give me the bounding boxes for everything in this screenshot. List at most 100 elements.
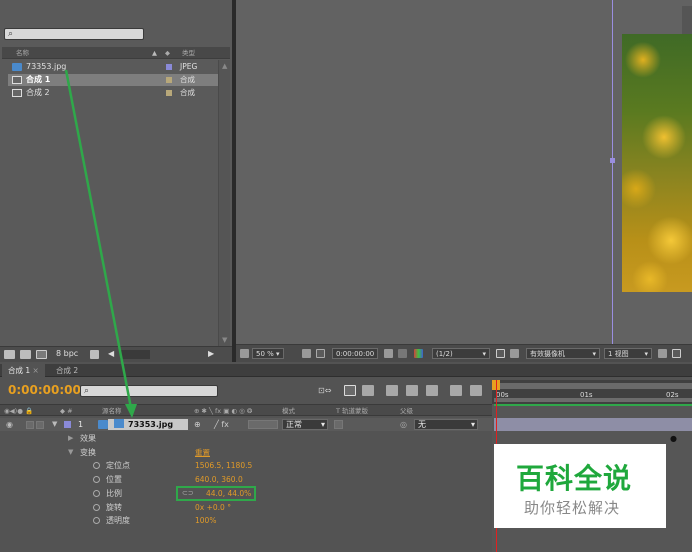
project-item-type: 合成 bbox=[180, 88, 195, 97]
sort-arrow-icon[interactable]: ▲ bbox=[152, 48, 157, 58]
motion-blur-icon[interactable] bbox=[426, 385, 438, 396]
color-depth-label[interactable]: 8 bpc bbox=[56, 349, 78, 358]
show-snapshot-icon[interactable] bbox=[398, 349, 407, 358]
close-icon[interactable]: × bbox=[33, 366, 39, 375]
property-value[interactable]: 640.0, 360.0 bbox=[195, 473, 243, 486]
toggle-transparency-icon[interactable] bbox=[510, 349, 519, 358]
safe-zones-icon[interactable] bbox=[302, 349, 311, 358]
snapshot-camera-icon[interactable] bbox=[384, 349, 393, 358]
stopwatch-icon[interactable] bbox=[93, 490, 100, 497]
trash-icon[interactable] bbox=[90, 350, 99, 359]
stopwatch-icon[interactable] bbox=[93, 476, 100, 483]
draft-3d-icon[interactable] bbox=[362, 385, 374, 396]
column-source-name[interactable]: 源名称 bbox=[102, 406, 122, 416]
project-scrollbar[interactable]: ▲ ▼ bbox=[218, 60, 230, 346]
layer-switches[interactable] bbox=[248, 420, 278, 429]
new-composition-icon[interactable] bbox=[36, 350, 47, 359]
twirl-right-icon[interactable]: ▶ bbox=[68, 432, 73, 445]
visibility-eye-icon[interactable]: ◉ bbox=[6, 418, 13, 431]
property-value[interactable]: 1506.5, 1180.5 bbox=[195, 459, 252, 472]
property-row-opacity[interactable]: 透明度 100% bbox=[0, 514, 492, 527]
tab-comp-2[interactable]: 合成 2 bbox=[50, 364, 84, 377]
project-search-input[interactable]: ⌕ bbox=[4, 28, 144, 40]
keyframe-marker[interactable]: ● bbox=[670, 434, 677, 443]
twirl-down-icon[interactable]: ▼ bbox=[68, 446, 73, 459]
column-parent[interactable]: 父级 bbox=[400, 406, 413, 416]
comp-mini-flowchart-icon[interactable]: ⊡⇔ bbox=[318, 385, 331, 396]
camera-dropdown[interactable]: 有效摄像机 ▾ bbox=[526, 348, 600, 359]
transform-group-row[interactable]: ▼ 变换 重置 bbox=[0, 446, 492, 459]
graph-editor-icon[interactable] bbox=[470, 385, 482, 396]
shy-switch-icon[interactable]: ⊕ bbox=[194, 418, 201, 431]
audio-toggle[interactable] bbox=[26, 421, 34, 429]
column-type-header[interactable]: 类型 bbox=[182, 48, 195, 58]
timeline-search-input[interactable]: ⌕ bbox=[80, 385, 218, 397]
live-update-icon[interactable] bbox=[344, 385, 356, 396]
scroll-left-icon[interactable]: ◀ bbox=[108, 349, 114, 358]
layer-index: 1 bbox=[78, 420, 84, 429]
label-column-icon[interactable]: ◆ # bbox=[60, 406, 73, 416]
region-of-interest-icon[interactable] bbox=[496, 349, 505, 358]
stopwatch-icon[interactable] bbox=[93, 504, 100, 511]
property-row-anchor-point[interactable]: 定位点 1506.5, 1180.5 bbox=[0, 459, 492, 472]
label-swatch[interactable] bbox=[166, 90, 172, 96]
property-name: 定位点 bbox=[106, 461, 130, 470]
zoom-dropdown[interactable]: 50 % ▾ bbox=[252, 348, 284, 359]
stopwatch-icon[interactable] bbox=[93, 517, 100, 524]
property-row-position[interactable]: 位置 640.0, 360.0 bbox=[0, 473, 492, 486]
work-area-bar[interactable] bbox=[494, 398, 692, 402]
reset-link[interactable]: 重置 bbox=[195, 446, 210, 459]
layer-row[interactable]: ◉ ▼ 1 ⊕ ╱ fx 正常 ▾ ◎ 无 ▾ bbox=[0, 418, 492, 431]
transparency-grid-icon[interactable] bbox=[316, 349, 325, 358]
twirl-down-icon[interactable]: ▼ bbox=[52, 418, 57, 431]
current-time-display[interactable]: 0:00:00:00 bbox=[8, 383, 81, 397]
label-swatch[interactable] bbox=[166, 77, 172, 83]
time-navigator[interactable] bbox=[494, 383, 692, 389]
scroll-down-icon[interactable]: ▼ bbox=[222, 336, 227, 344]
views-dropdown[interactable]: 1 视图 ▾ bbox=[604, 348, 652, 359]
always-preview-icon[interactable] bbox=[240, 349, 249, 358]
tab-comp-1[interactable]: 合成 1 × bbox=[2, 364, 45, 377]
label-swatch[interactable] bbox=[166, 64, 172, 70]
project-item[interactable]: 合成 2 合成 bbox=[8, 87, 226, 99]
property-value[interactable]: 0x +0.0 ° bbox=[195, 501, 231, 514]
channel-rgb-icon[interactable] bbox=[414, 349, 423, 358]
label-tag-icon[interactable]: ◆ bbox=[165, 48, 170, 58]
new-folder-icon[interactable] bbox=[20, 350, 31, 359]
label-swatch[interactable] bbox=[64, 421, 71, 428]
hide-shy-layers-icon[interactable] bbox=[386, 385, 398, 396]
composition-image[interactable] bbox=[622, 34, 692, 292]
column-trkmat[interactable]: T 轨道蒙版 bbox=[336, 406, 368, 416]
project-item[interactable]: 合成 1 合成 bbox=[8, 74, 226, 86]
interpret-footage-icon[interactable] bbox=[4, 350, 15, 359]
frame-blending-icon[interactable] bbox=[406, 385, 418, 396]
property-row-rotation[interactable]: 旋转 0x +0.0 ° bbox=[0, 501, 492, 514]
parent-dropdown[interactable]: 无 ▾ bbox=[414, 419, 478, 430]
column-name-header[interactable]: 名称 bbox=[16, 48, 29, 58]
viewer-timecode[interactable]: 0:00:00:00 bbox=[332, 348, 379, 359]
footer-scrollbar[interactable] bbox=[120, 350, 150, 359]
timeline-toggle-icon[interactable] bbox=[672, 349, 681, 358]
layer-handle[interactable] bbox=[610, 158, 615, 163]
lock-toggle[interactable] bbox=[36, 421, 44, 429]
resolution-dropdown[interactable]: (1/2) ▾ bbox=[432, 348, 490, 359]
scroll-right-icon[interactable]: ▶ bbox=[208, 349, 214, 358]
stopwatch-icon[interactable] bbox=[93, 462, 100, 469]
layer-name[interactable]: 73353.jpg bbox=[108, 419, 188, 430]
scroll-up-icon[interactable]: ▲ bbox=[222, 62, 227, 70]
switches-icons[interactable]: ⊕ ✱ ╲ fx ▣ ◐ ◎ ❂ bbox=[194, 406, 252, 416]
property-value[interactable]: 100% bbox=[195, 514, 216, 527]
effects-group-row[interactable]: ▶ 效果 bbox=[0, 432, 492, 445]
project-item[interactable]: 73353.jpg JPEG bbox=[8, 61, 226, 73]
brainstorm-icon[interactable] bbox=[450, 385, 462, 396]
layer-duration-bar[interactable] bbox=[494, 418, 692, 431]
column-mode[interactable]: 模式 bbox=[282, 406, 295, 416]
fast-preview-icon[interactable] bbox=[658, 349, 667, 358]
quality-switch-icon[interactable]: ╱ fx bbox=[214, 418, 229, 431]
preserve-transparency-checkbox[interactable] bbox=[334, 420, 343, 429]
pickwhip-icon[interactable]: ◎ bbox=[400, 418, 407, 431]
image-file-icon bbox=[12, 63, 22, 71]
av-features-icons[interactable]: ◉◀)● 🔒 bbox=[4, 406, 33, 416]
blend-mode-dropdown[interactable]: 正常 ▾ bbox=[282, 419, 328, 430]
viewer-toolbar: 50 % ▾ 0:00:00:00 (1/2) ▾ 有效摄像机 ▾ 1 视图 ▾ bbox=[236, 344, 692, 362]
